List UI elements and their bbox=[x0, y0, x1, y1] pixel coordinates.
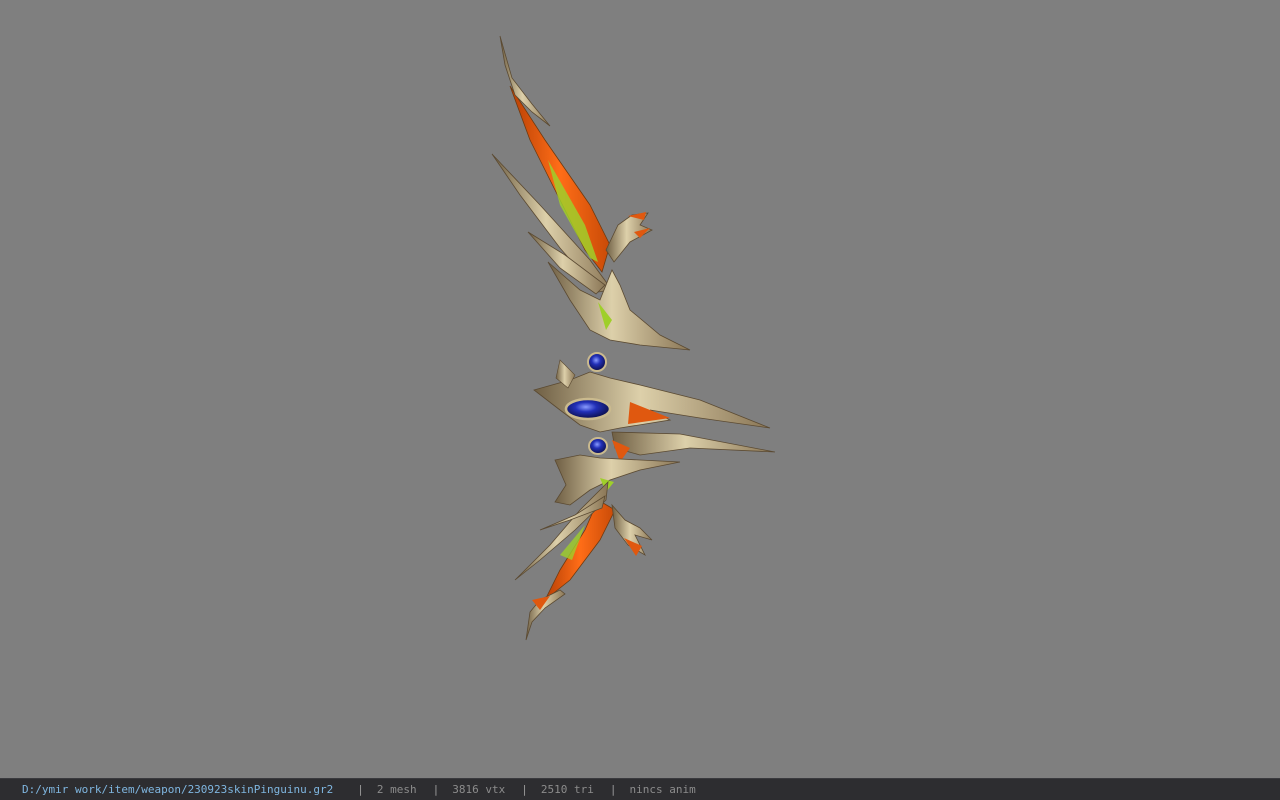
file-path: D:/ymir work/item/weapon/230923skinPingu… bbox=[22, 783, 334, 796]
triangle-count: 2510 tri bbox=[540, 783, 594, 796]
bow-model[interactable] bbox=[0, 0, 1280, 778]
gem-center bbox=[564, 397, 612, 421]
gem-bottom bbox=[588, 437, 608, 455]
separator: | bbox=[357, 783, 364, 796]
vertex-count: 3816 vtx bbox=[452, 783, 506, 796]
separator: | bbox=[432, 783, 440, 796]
separator: | bbox=[521, 783, 528, 796]
model-viewport[interactable] bbox=[0, 0, 1280, 778]
lower-ornament bbox=[554, 454, 681, 506]
status-bar: D:/ymir work/item/weapon/230923skinPingu… bbox=[0, 778, 1280, 800]
lower-side-blade bbox=[611, 431, 776, 456]
separator: | bbox=[609, 783, 617, 796]
mesh-count: 2 mesh bbox=[376, 783, 417, 796]
gem-top bbox=[587, 352, 607, 372]
upper-nock bbox=[605, 212, 653, 263]
anim-status: nincs anim bbox=[629, 783, 696, 796]
